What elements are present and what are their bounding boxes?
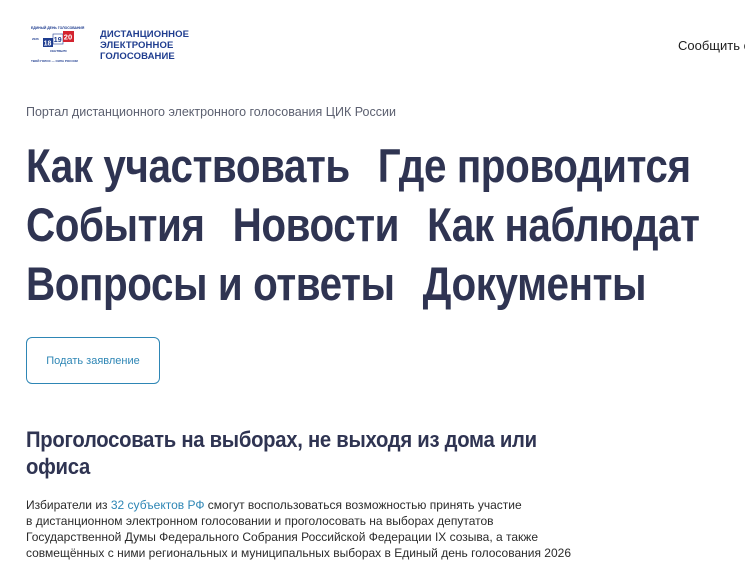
nav-events[interactable]: События	[26, 195, 205, 254]
election-day-logo[interactable]: ЕДИНЫЙ ДЕНЬ ГОЛОСОВАНИЯ 2026 18 19 20 СЕ…	[30, 25, 90, 65]
description-line: Государственной Думы Федерального Собран…	[26, 530, 538, 544]
logo-slogan: ТВОЙ ГОЛОС — СИЛА РОССИИ	[31, 59, 78, 63]
description-line: в дистанционном электронном голосовании …	[26, 514, 494, 528]
nav-news[interactable]: Новости	[233, 195, 400, 254]
nav-row: События Новости Как наблюдат	[26, 195, 700, 254]
portal-title-line: ЭЛЕКТРОННОЕ	[100, 40, 174, 51]
page-subtitle: Портал дистанционного электронного голос…	[26, 105, 396, 119]
nav-faq[interactable]: Вопросы и ответы	[26, 254, 395, 313]
site-header: ЕДИНЫЙ ДЕНЬ ГОЛОСОВАНИЯ 2026 18 19 20 СЕ…	[0, 0, 745, 90]
logo-day-2: 19	[54, 37, 62, 44]
section-title-line: офиса	[26, 454, 90, 479]
section-title-line: Проголосовать на выборах, не выходя из д…	[26, 427, 537, 452]
section-title: Проголосовать на выборах, не выходя из д…	[26, 426, 537, 480]
report-link[interactable]: Сообщить о	[678, 38, 745, 53]
nav-documents[interactable]: Документы	[423, 254, 647, 313]
logo-month: СЕНТЯБРЯ	[50, 49, 67, 53]
nav-where-held[interactable]: Где проводится	[378, 136, 691, 195]
nav-row: Как участвовать Где проводится	[26, 136, 691, 195]
logo-day-3: 20	[64, 33, 72, 42]
portal-title[interactable]: ДИСТАНЦИОННОЕ ЭЛЕКТРОННОЕ ГОЛОСОВАНИЕ	[100, 29, 220, 62]
nav-how-to-observe[interactable]: Как наблюдат	[427, 195, 700, 254]
nav-row: Вопросы и ответы Документы	[26, 254, 680, 313]
description-line: Избиратели из 32 субъектов РФ смогут вос…	[26, 497, 646, 513]
logo-year: 2026	[32, 37, 39, 41]
portal-title-line: ГОЛОСОВАНИЕ	[100, 51, 175, 62]
logo-top-line: ЕДИНЫЙ ДЕНЬ ГОЛОСОВАНИЯ	[31, 26, 85, 30]
nav-how-to-participate[interactable]: Как участвовать	[26, 136, 350, 195]
section-description: Избиратели из 32 субъектов РФ смогут вос…	[26, 497, 646, 561]
logo-day-1: 18	[44, 41, 52, 48]
description-text: смогут воспользоваться возможностью прин…	[204, 498, 522, 512]
description-text: Избиратели из	[26, 498, 111, 512]
regions-link[interactable]: 32 субъектов РФ	[111, 498, 205, 512]
submit-application-button[interactable]: Подать заявление	[26, 337, 160, 384]
portal-title-line: ДИСТАНЦИОННОЕ	[100, 29, 190, 40]
main-navigation: Как участвовать Где проводится События Н…	[26, 136, 700, 313]
